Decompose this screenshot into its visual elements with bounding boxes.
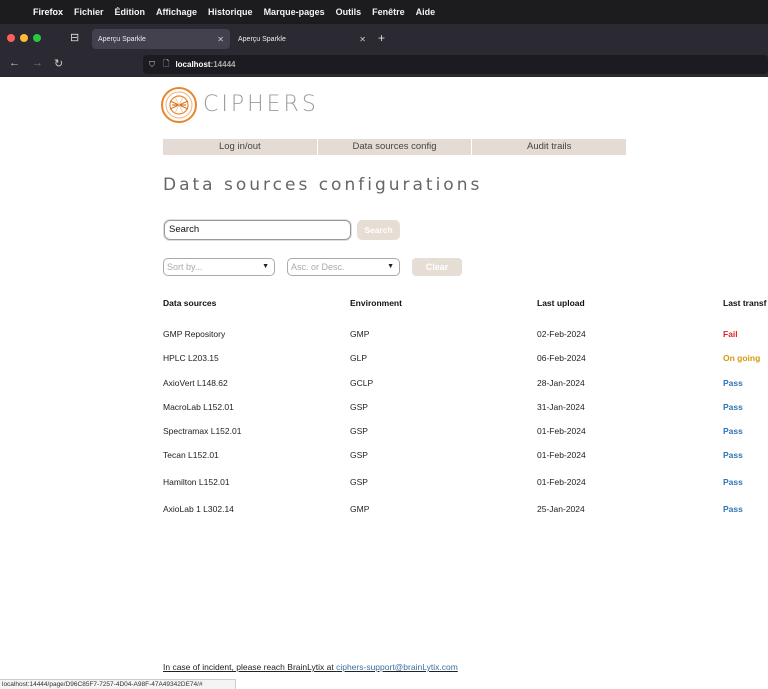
page-icon[interactable]: 🗋 [163,58,169,72]
shield-icon[interactable]: ⛉ [149,60,155,70]
cell-upload: 06-Feb-2024 [537,353,586,363]
cell-source: MacroLab L152.01 [163,402,234,412]
cell-upload: 28-Jan-2024 [537,378,585,388]
status-url: localhost:14444/page/D96C85F7-7257-4D04-… [0,679,236,689]
cell-env: GSP [350,450,368,460]
cell-status: Pass [723,504,743,514]
search-input[interactable]: Search [164,220,351,240]
cell-upload: 31-Jan-2024 [537,402,585,412]
header-last-transf: Last transf [723,298,767,308]
minimize-window-icon[interactable] [20,34,28,42]
cell-env: GMP [350,329,370,339]
macos-menubar: Firefox Fichier Édition Affichage Histor… [0,0,768,24]
url-host: localhost [175,60,211,69]
reload-icon[interactable]: ↻ [54,57,63,70]
forward-icon[interactable]: → [32,57,43,69]
menu-edition[interactable]: Édition [115,7,146,17]
menu-fichier[interactable]: Fichier [74,7,104,17]
menu-fenetre[interactable]: Fenêtre [372,7,405,17]
nav-data-sources-config[interactable]: Data sources config [318,139,473,155]
nav-audit-trails[interactable]: Audit trails [472,139,626,155]
cell-status: Pass [723,402,743,412]
cell-env: GCLP [350,378,374,388]
cell-source: Hamilton L152.01 [163,477,230,487]
url-port: :14444 [210,60,236,69]
address-bar[interactable]: ⛉ 🗋 localhost:14444 [143,55,768,74]
tab-apercu-sparkle-1[interactable]: Aperçu Sparkle ✕ [92,29,230,49]
cell-status: Fail [723,329,738,339]
footer-text: In case of incident, please reach BrainL… [163,662,337,672]
cell-source: GMP Repository [163,329,226,339]
cell-source: HPLC L203.15 [163,353,219,363]
chevron-down-icon: ▼ [262,263,269,270]
cell-status: Pass [723,450,743,460]
menu-marque-pages[interactable]: Marque-pages [264,7,325,17]
incident-footer: In case of incident, please reach BrainL… [163,662,458,672]
brand-name: CIPHERS [203,92,319,117]
order-placeholder: Asc. or Desc. [291,262,345,272]
sort-by-select[interactable]: Sort by... ▼ [163,258,275,276]
cell-upload: 01-Feb-2024 [537,426,586,436]
cell-source: Tecan L152.01 [163,450,219,460]
tab-apercu-sparkle-2[interactable]: Aperçu Sparkle ✕ [232,29,372,49]
close-tab-icon[interactable]: ✕ [217,35,224,44]
menu-affichage[interactable]: Affichage [156,7,197,17]
menu-firefox[interactable]: Firefox [33,7,63,17]
app-nav: Log in/out Data sources config Audit tra… [163,139,626,155]
cell-upload: 01-Feb-2024 [537,450,586,460]
cell-source: Spectramax L152.01 [163,426,242,436]
new-tab-icon[interactable]: + [378,31,385,45]
cell-upload: 02-Feb-2024 [537,329,586,339]
zoom-window-icon[interactable] [33,34,41,42]
cell-upload: 25-Jan-2024 [537,504,585,514]
menu-outils[interactable]: Outils [336,7,362,17]
nav-log-in-out[interactable]: Log in/out [163,139,318,155]
cell-status: Pass [723,477,743,487]
clear-button[interactable]: Clear [412,258,462,276]
header-environment: Environment [350,298,402,308]
cell-status: Pass [723,378,743,388]
cell-status: Pass [723,426,743,436]
close-window-icon[interactable] [7,34,15,42]
support-email-link[interactable]: ciphers-support@brainLytix.com [336,662,458,672]
cell-env: GLP [350,353,368,363]
tab-label: Aperçu Sparkle [98,35,146,43]
header-data-sources: Data sources [163,298,217,308]
cell-env: GSP [350,426,368,436]
menu-historique[interactable]: Historique [208,7,253,17]
menu-aide[interactable]: Aide [416,7,436,17]
cell-upload: 01-Feb-2024 [537,477,586,487]
order-select[interactable]: Asc. or Desc. ▼ [287,258,400,276]
cell-status: On going [723,353,761,363]
cell-source: AxioLab 1 L302.14 [163,504,234,514]
page-title: Data sources configurations [163,175,483,195]
cell-env: GSP [350,402,368,412]
cell-source: AxioVert L148.62 [163,378,228,388]
header-last-upload: Last upload [537,298,585,308]
close-tab-icon[interactable]: ✕ [359,35,366,44]
cell-env: GSP [350,477,368,487]
back-icon[interactable]: ← [9,57,20,69]
cell-env: GMP [350,504,370,514]
chevron-down-icon: ▼ [387,263,394,270]
tab-overview-icon[interactable]: ⊟ [70,31,79,44]
tab-label: Aperçu Sparkle [238,35,286,43]
search-button[interactable]: Search [357,220,400,240]
sort-by-placeholder: Sort by... [167,262,203,272]
ciphers-logo-icon [161,87,197,123]
